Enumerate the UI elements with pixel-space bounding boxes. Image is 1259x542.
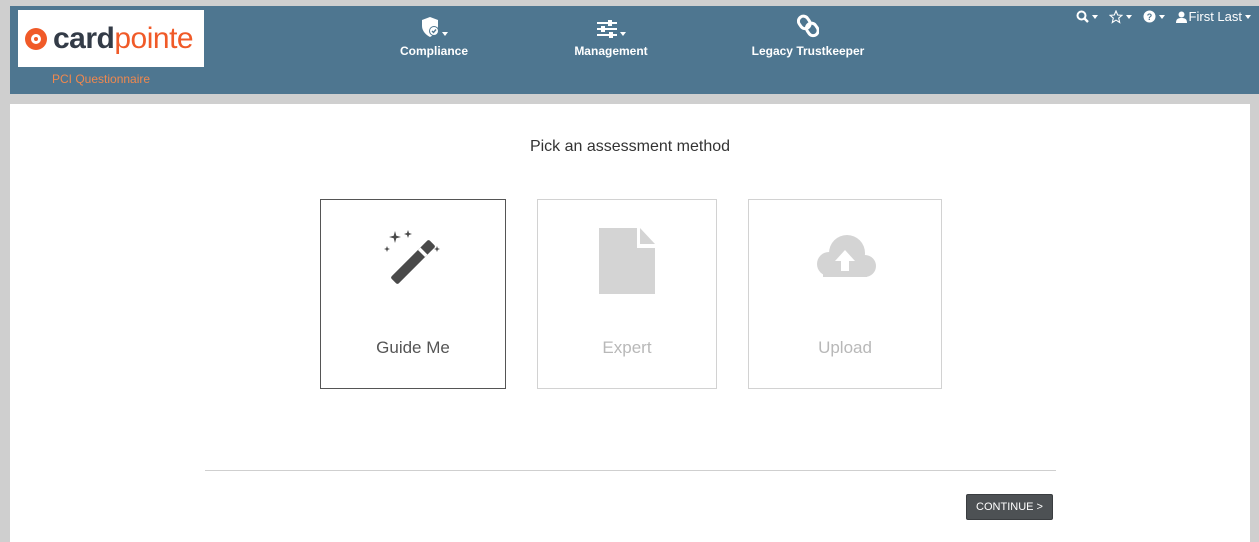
chevron-down-icon [1125,14,1132,19]
nav-management[interactable]: Management [556,10,666,58]
search-icon [1076,10,1089,23]
nav-compliance[interactable]: Compliance [384,10,484,58]
user-menu[interactable]: First Last [1175,9,1251,24]
nav-compliance-label: Compliance [399,44,468,58]
top-header: cardpointe PCI Questionnaire Compliance [10,6,1259,94]
chevron-down-icon [1245,14,1251,19]
option-guide-me[interactable]: Guide Me [320,199,506,389]
chevron-down-icon [1158,14,1165,19]
divider [205,470,1056,471]
link-icon [797,14,819,38]
help-menu[interactable]: ? [1143,10,1165,23]
cloud-upload-icon [817,235,876,277]
nav-legacy-trustkeeper[interactable]: Legacy Trustkeeper [748,10,868,58]
chevron-down-icon [442,32,448,36]
svg-text:?: ? [1146,12,1152,22]
user-icon [1175,11,1187,23]
cardpointe-logo[interactable]: cardpointe [18,10,204,67]
header-utilities: ? First Last [1065,9,1251,24]
option-expert-label: Expert [602,338,652,357]
nav-management-label: Management [574,44,648,58]
logo-text-pointe: pointe [114,21,194,55]
sliders-icon [597,20,617,38]
magic-wand-icon [384,230,440,284]
page-title: Pick an assessment method [529,138,731,155]
search-menu[interactable] [1076,10,1098,23]
logo-text: cardpointe [53,21,194,55]
main-content: Pick an assessment method Guide Me Exper… [10,104,1250,542]
option-guide-me-label: Guide Me [376,338,450,357]
option-upload-label: Upload [818,338,872,357]
continue-button[interactable]: CONTINUE > [966,494,1053,520]
option-expert[interactable]: Expert [537,199,717,389]
logo-mark-icon [25,27,47,50]
nav-legacy-trustkeeper-label: Legacy Trustkeeper [751,44,865,58]
shield-check-icon [422,17,439,37]
chevron-down-icon [620,32,626,36]
chevron-down-icon [1091,14,1098,19]
favorites-menu[interactable] [1108,9,1132,24]
document-icon [599,228,655,294]
logo-text-card: card [53,21,115,55]
help-icon: ? [1143,10,1156,23]
option-upload[interactable]: Upload [748,199,942,389]
page-subtitle: PCI Questionnaire [52,72,151,86]
star-icon [1108,9,1123,24]
user-name: First Last [1188,9,1242,24]
